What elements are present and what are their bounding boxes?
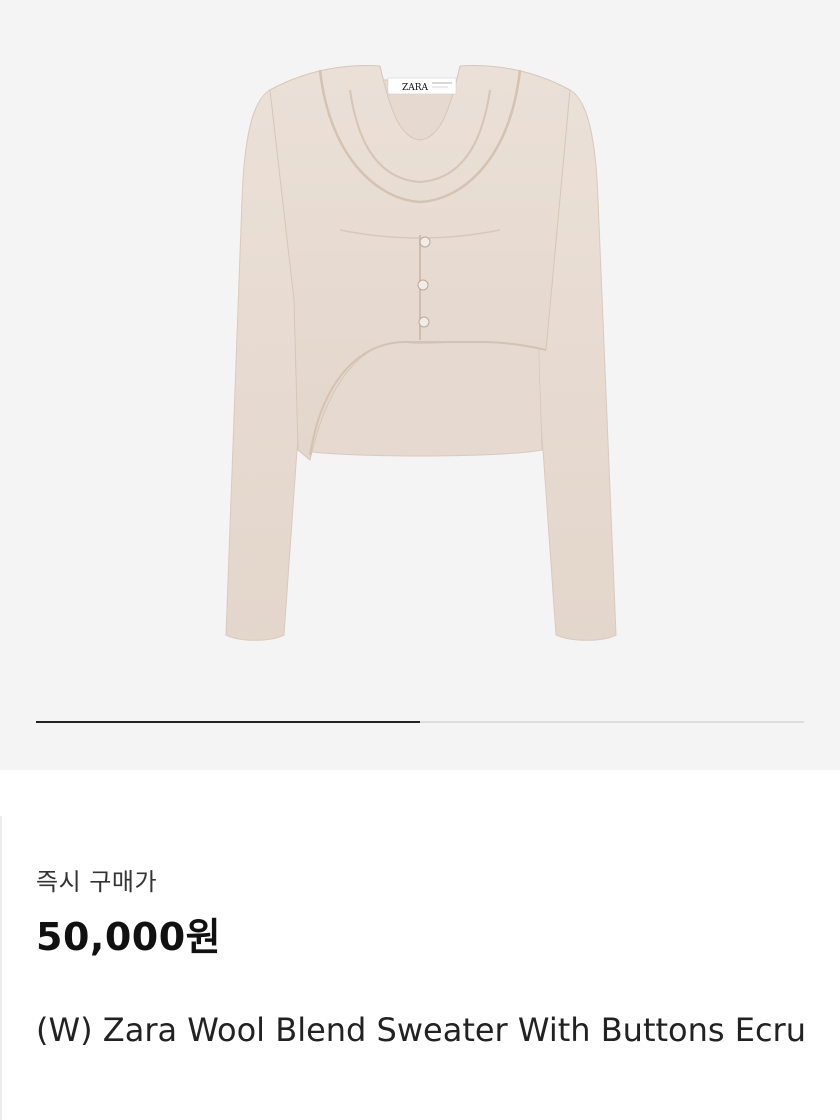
button-2	[417, 279, 429, 291]
image-progress-fill	[36, 721, 420, 723]
price-value: 50,000원	[36, 915, 222, 959]
divider	[0, 816, 2, 1120]
instant-price-label: 즉시 구매가	[36, 868, 158, 896]
button-3	[418, 316, 430, 328]
image-progress-bar	[36, 721, 804, 723]
product-image-gallery[interactable]: ZARA	[0, 0, 840, 770]
product-image[interactable]: ZARA	[200, 50, 640, 650]
button-1	[419, 236, 431, 248]
brand-tag-text: ZARA	[402, 83, 429, 93]
product-name: (W) Zara Wool Blend Sweater With Buttons…	[36, 1011, 806, 1049]
